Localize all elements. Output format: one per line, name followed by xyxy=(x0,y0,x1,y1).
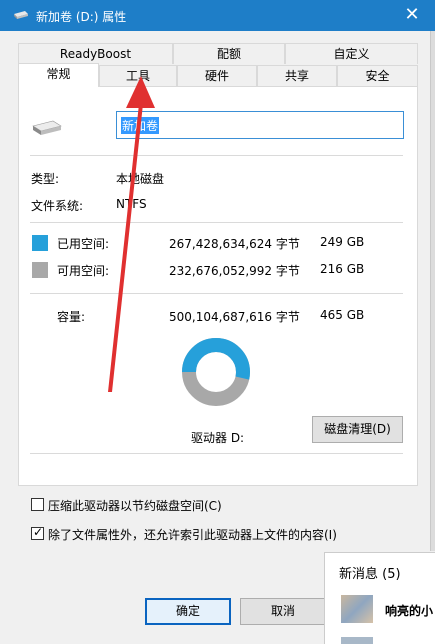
used-space-swatch xyxy=(32,235,48,251)
tab-tools[interactable]: 工具 xyxy=(99,65,177,86)
window-title: 新加卷 (D:) 属性 xyxy=(36,10,127,24)
notification-header: 新消息 (5) xyxy=(339,563,401,582)
compress-label: 压缩此驱动器以节约磁盘空间(C) xyxy=(48,499,222,513)
free-space-gb: 216 GB xyxy=(320,262,365,276)
avatar xyxy=(341,595,373,623)
capacity-label: 容量: xyxy=(57,310,86,324)
tab-readyboost[interactable]: ReadyBoost xyxy=(18,43,173,64)
tab-quota[interactable]: 配额 xyxy=(173,43,285,64)
index-label: 除了文件属性外，还允许索引此驱动器上文件的内容(I) xyxy=(48,528,337,542)
type-value: 本地磁盘 xyxy=(116,172,165,186)
divider xyxy=(30,453,403,454)
tab-customize[interactable]: 自定义 xyxy=(285,43,418,64)
filesystem-value: NTFS xyxy=(116,197,147,211)
tab-sharing[interactable]: 共享 xyxy=(257,65,337,86)
free-space-swatch xyxy=(32,262,48,278)
ok-button[interactable]: 确定 xyxy=(145,598,231,625)
compress-checkbox[interactable] xyxy=(31,498,44,511)
filesystem-label: 文件系统: xyxy=(31,199,84,213)
avatar xyxy=(341,637,373,644)
divider xyxy=(30,293,403,294)
used-space-gb: 249 GB xyxy=(320,235,365,249)
volume-name-text: 新加卷 xyxy=(121,117,160,134)
disk-usage-donut xyxy=(182,338,250,406)
tab-general[interactable]: 常规 xyxy=(18,63,99,87)
notification-title: 新消息 xyxy=(339,567,379,582)
notification-sender: 响亮的小 xyxy=(385,604,434,618)
drive-letter-label: 驱动器 D: xyxy=(191,431,245,445)
checkmark-icon: ✓ xyxy=(33,525,44,539)
capacity-gb: 465 GB xyxy=(320,308,365,322)
notification-count: (5) xyxy=(382,567,401,582)
message-notification[interactable]: 新消息 (5) 响亮的小 xyxy=(324,552,435,644)
tab-hardware[interactable]: 硬件 xyxy=(177,65,257,86)
volume-name-input[interactable]: 新加卷 xyxy=(116,111,404,139)
close-icon[interactable]: ✕ xyxy=(398,3,426,27)
title-bar: 新加卷 (D:) 属性 ✕ xyxy=(0,0,435,31)
tab-security[interactable]: 安全 xyxy=(337,65,418,86)
type-label: 类型: xyxy=(31,172,60,186)
cancel-button[interactable]: 取消 xyxy=(240,598,326,625)
background-window-edge xyxy=(430,31,435,551)
disk-cleanup-button[interactable]: 磁盘清理(D) xyxy=(312,416,403,443)
divider xyxy=(30,222,403,223)
used-space-bytes: 267,428,634,624 字节 xyxy=(169,237,300,251)
drive-large-icon xyxy=(32,120,62,135)
capacity-bytes: 500,104,687,616 字节 xyxy=(169,310,300,324)
drive-icon xyxy=(14,11,28,19)
used-space-label: 已用空间: xyxy=(57,237,110,251)
divider xyxy=(30,155,403,156)
index-checkbox[interactable]: ✓ xyxy=(31,525,44,540)
free-space-label: 可用空间: xyxy=(57,264,110,278)
free-space-bytes: 232,676,052,992 字节 xyxy=(169,264,300,278)
